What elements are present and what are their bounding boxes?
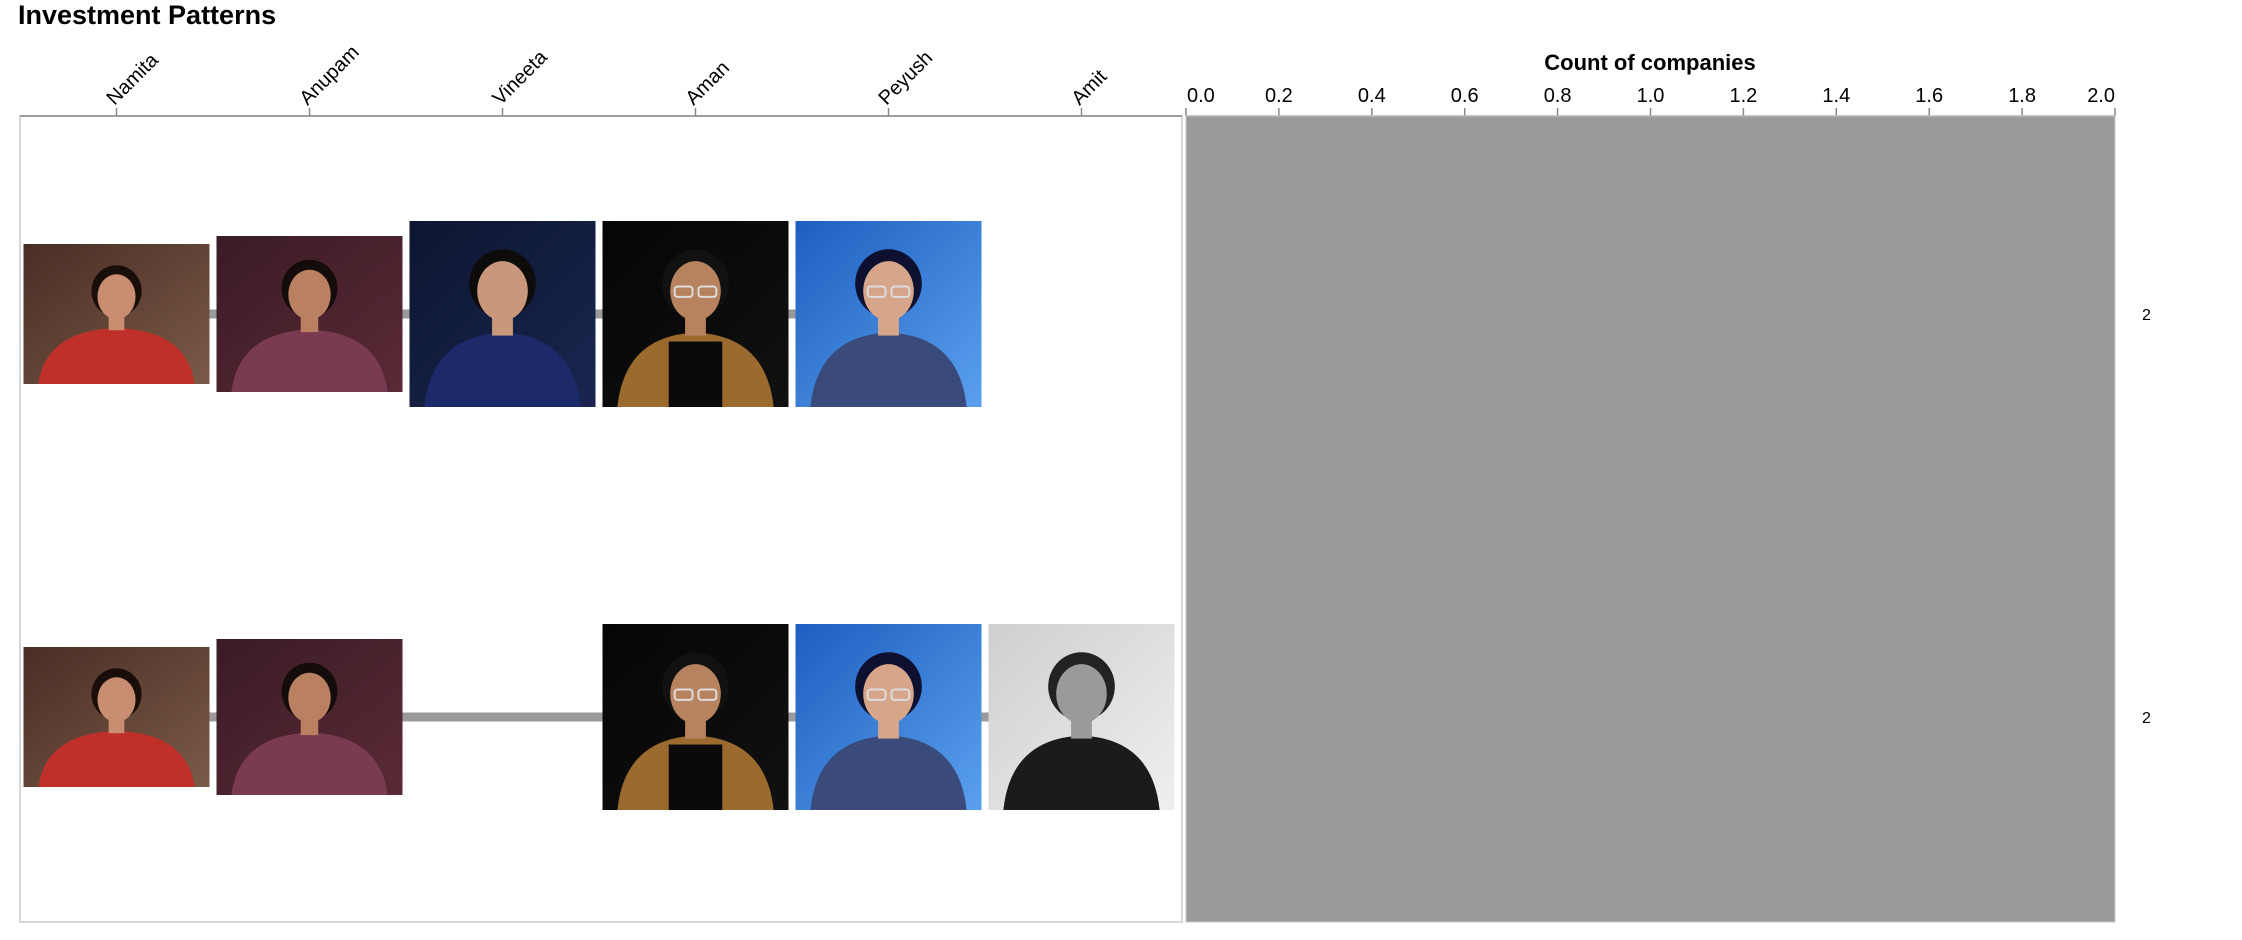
portrait-patterned-suit-man-icon (216, 639, 403, 795)
portrait-patterned-suit-man-icon (216, 236, 403, 392)
investor-label: Vineeta (488, 46, 552, 110)
bar-axis: 0.0 0.2 0.4 0.6 0.8 1.0 1.2 1.4 1.6 1.8 2.0 (1185, 85, 2116, 116)
bar-axis-tick-label: 0.8 (1544, 85, 1572, 107)
count-labels: 22 (2142, 307, 2151, 727)
combination-bar (1186, 116, 2115, 519)
portrait-glasses-blue-background-man-icon (795, 624, 982, 810)
investor-label: Namita (102, 49, 163, 110)
portrait-red-blazer-woman-icon (23, 244, 210, 384)
investor-label: Aman (681, 57, 734, 110)
portrait-navy-blazer-woman-icon (409, 221, 596, 407)
investor-label: Anupam (295, 41, 363, 109)
portrait-glasses-blue-background-man-icon (795, 221, 982, 407)
portrait-red-blazer-woman-icon (23, 647, 210, 787)
bar-axis-tick-label: 1.0 (1637, 85, 1665, 107)
bar-area (1185, 115, 2116, 923)
count-label: 2 (2142, 307, 2151, 324)
bar-axis-tick-label: 1.4 (1822, 85, 1850, 107)
investor-label: Amit (1067, 65, 1111, 109)
bar-axis-tick-label: 1.8 (2008, 85, 2036, 107)
count-label: 2 (2142, 710, 2151, 727)
upset-chart: Investment Patterns Namita Anupam Vineeta A… (18, 0, 2151, 923)
portrait-bw-suit-man-icon (988, 624, 1175, 810)
bar-axis-tick-label: 0.6 (1451, 85, 1479, 107)
investor-axis: Namita Anupam Vineeta Aman Peyush Amit (102, 41, 1112, 116)
combination-bar (1186, 519, 2115, 922)
investor-label: Peyush (874, 47, 937, 110)
bar-axis-tick-label: 0.4 (1358, 85, 1386, 107)
bar-axis-tick-label: 0.0 (1187, 85, 1215, 107)
bar-axis-title: Count of companies (1544, 50, 1755, 75)
bar-axis-tick-label: 0.2 (1265, 85, 1293, 107)
bar-axis-tick-label: 1.6 (1915, 85, 1943, 107)
page-title: Investment Patterns (18, 0, 276, 30)
bar-axis-tick-label: 2.0 (2087, 85, 2115, 107)
bar-axis-tick-label: 1.2 (1729, 85, 1757, 107)
